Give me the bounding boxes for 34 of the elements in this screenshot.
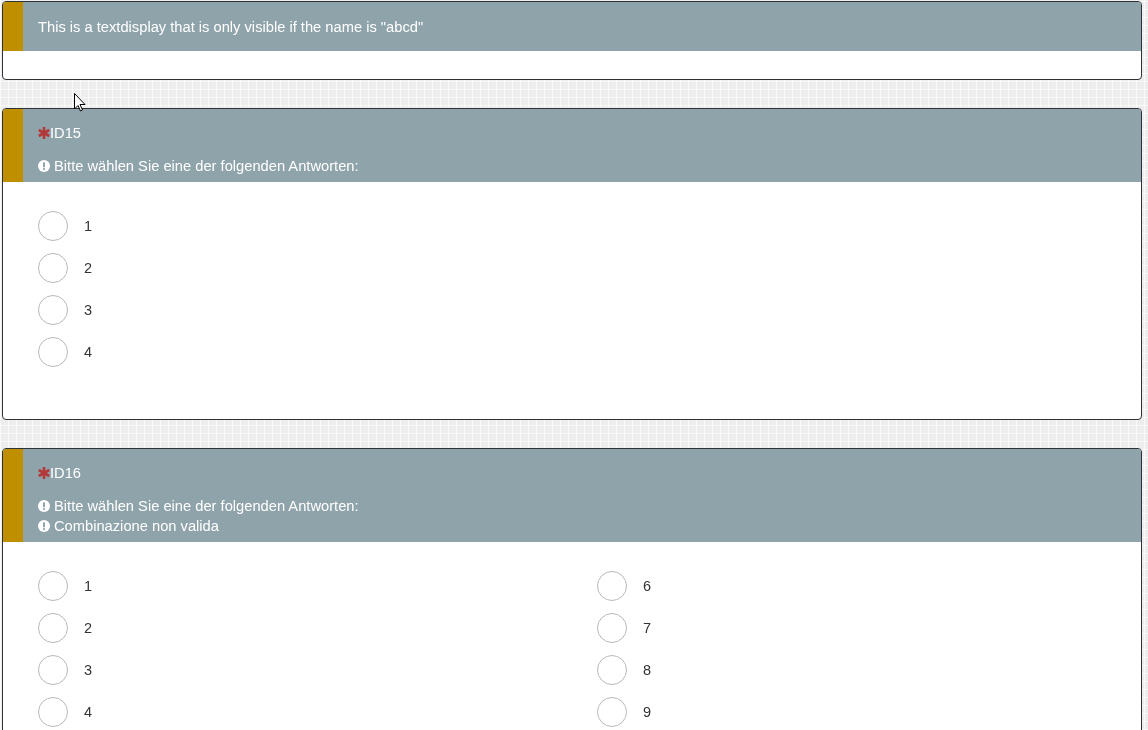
radio-button[interactable] bbox=[38, 295, 68, 325]
option-label: 2 bbox=[84, 620, 93, 636]
option-label: 9 bbox=[643, 704, 652, 720]
accent-bar bbox=[3, 2, 23, 51]
radio-button[interactable] bbox=[597, 613, 627, 643]
radio-button[interactable] bbox=[597, 655, 627, 685]
option-label: 4 bbox=[84, 704, 93, 720]
validation-message: Bitte wählen Sie eine der folgenden Antworten: bbox=[54, 157, 359, 176]
exclamation-circle-icon bbox=[38, 500, 50, 512]
radio-button[interactable] bbox=[38, 253, 68, 283]
validation-message: Combinazione non valida bbox=[54, 517, 219, 536]
option-label: 8 bbox=[643, 662, 652, 678]
question-title: ID16 bbox=[50, 464, 82, 483]
display-text: This is a textdisplay that is only visible if the name is "abcd" bbox=[38, 19, 424, 35]
validation-message: Bitte wählen Sie eine der folgenden Antworten: bbox=[54, 497, 359, 516]
exclamation-circle-icon bbox=[38, 160, 50, 172]
radio-button[interactable] bbox=[38, 337, 68, 367]
question-title: ID15 bbox=[50, 124, 82, 143]
option-label: 3 bbox=[84, 302, 93, 318]
radio-button[interactable] bbox=[38, 211, 68, 241]
option-label: 1 bbox=[84, 218, 93, 234]
radio-button[interactable] bbox=[38, 655, 68, 685]
radio-button[interactable] bbox=[597, 697, 627, 727]
radio-button[interactable] bbox=[38, 613, 68, 643]
option-label: 4 bbox=[84, 344, 93, 360]
exclamation-circle-icon bbox=[38, 520, 50, 532]
option-label: 1 bbox=[84, 578, 93, 594]
option-label: 6 bbox=[643, 578, 652, 594]
option-label: 2 bbox=[84, 260, 93, 276]
option-label: 7 bbox=[643, 620, 652, 636]
radio-button[interactable] bbox=[38, 571, 68, 601]
option-label: 3 bbox=[84, 662, 93, 678]
radio-button[interactable] bbox=[38, 697, 68, 727]
radio-button[interactable] bbox=[597, 571, 627, 601]
